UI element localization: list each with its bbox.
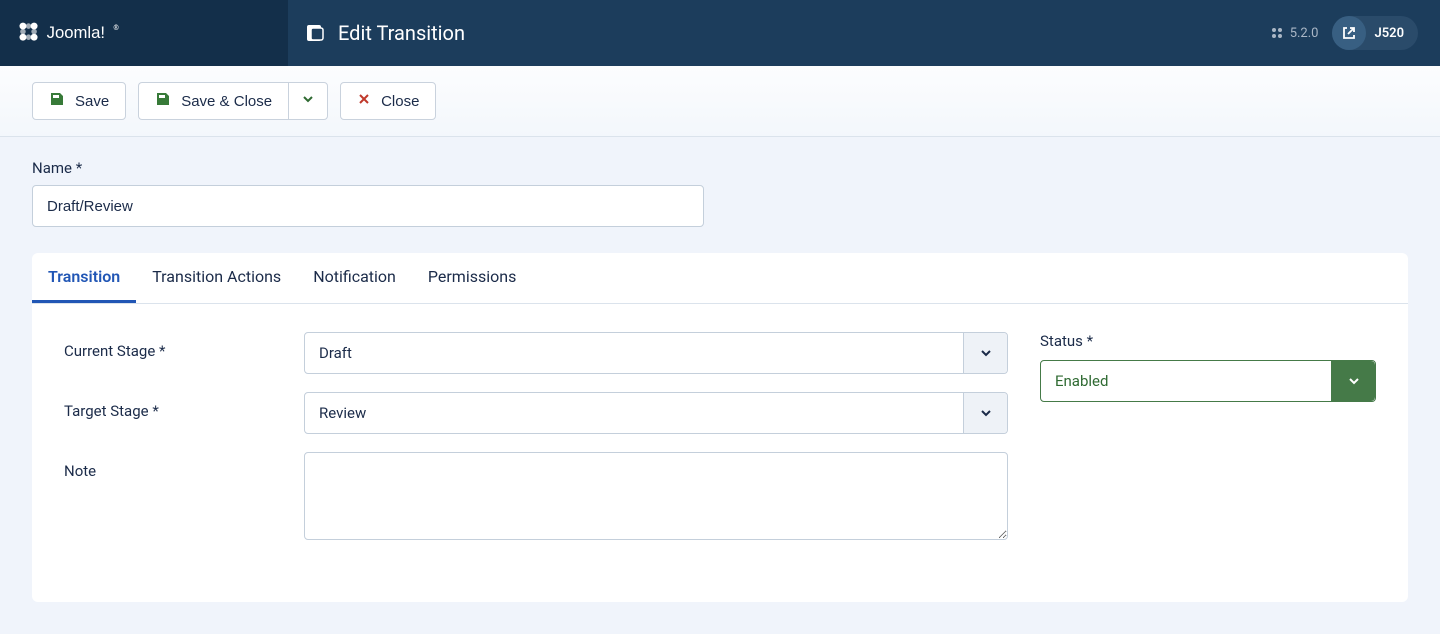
target-stage-label: Target Stage xyxy=(64,392,304,420)
status-select[interactable]: Enabled xyxy=(1040,360,1376,402)
tabs: Transition Transition Actions Notificati… xyxy=(32,253,1408,304)
save-icon xyxy=(49,91,65,111)
tab-panel: Current Stage Draft Target Stage Review xyxy=(32,304,1408,602)
chevron-down-icon xyxy=(963,393,1007,433)
tab-transition[interactable]: Transition xyxy=(32,253,136,303)
svg-text:Joomla!: Joomla! xyxy=(47,23,105,42)
note-label: Note xyxy=(64,452,304,480)
brand[interactable]: Joomla! ® xyxy=(0,0,288,66)
current-stage-label: Current Stage xyxy=(64,332,304,360)
close-icon xyxy=(357,92,371,110)
topbar-right: 5.2.0 J520 xyxy=(1270,16,1440,50)
current-stage-value: Draft xyxy=(305,333,963,373)
note-textarea[interactable] xyxy=(304,452,1008,540)
save-label: Save xyxy=(75,93,109,110)
svg-text:®: ® xyxy=(113,24,119,32)
topbar: Joomla! ® Edit Transition 5.2.0 J520 xyxy=(0,0,1440,66)
version-indicator[interactable]: 5.2.0 xyxy=(1270,26,1319,41)
joomla-mini-icon xyxy=(1270,26,1284,40)
page-title: Edit Transition xyxy=(338,21,465,45)
target-stage-select[interactable]: Review xyxy=(304,392,1008,434)
save-close-group: Save & Close xyxy=(138,82,328,120)
name-input[interactable] xyxy=(32,185,704,227)
chevron-down-icon xyxy=(963,333,1007,373)
joomla-logo-icon: Joomla! ® xyxy=(16,19,176,47)
current-stage-select[interactable]: Draft xyxy=(304,332,1008,374)
tab-notification[interactable]: Notification xyxy=(297,253,412,303)
status-value: Enabled xyxy=(1041,361,1331,401)
page-title-area: Edit Transition xyxy=(288,21,1270,45)
open-site-button[interactable]: J520 xyxy=(1332,16,1418,50)
chevron-down-icon xyxy=(301,92,315,110)
tab-permissions[interactable]: Permissions xyxy=(412,253,532,303)
save-close-label: Save & Close xyxy=(181,93,272,110)
page-body: Name Transition Transition Actions Notif… xyxy=(0,137,1440,634)
tab-transition-actions[interactable]: Transition Actions xyxy=(136,253,297,303)
name-label: Name xyxy=(32,159,1408,177)
close-label: Close xyxy=(381,93,419,110)
target-stage-value: Review xyxy=(305,393,963,433)
toolbar: Save Save & Close Close xyxy=(0,66,1440,137)
save-dropdown-toggle[interactable] xyxy=(288,82,328,120)
transition-icon xyxy=(306,23,326,43)
save-button[interactable]: Save xyxy=(32,82,126,120)
site-label: J520 xyxy=(1366,26,1414,41)
close-button[interactable]: Close xyxy=(340,82,436,120)
save-icon xyxy=(155,91,171,111)
chevron-down-icon xyxy=(1331,361,1375,401)
status-label: Status xyxy=(1040,332,1376,350)
external-link-icon xyxy=(1332,16,1366,50)
version-text: 5.2.0 xyxy=(1290,26,1319,41)
save-close-button[interactable]: Save & Close xyxy=(138,82,288,120)
